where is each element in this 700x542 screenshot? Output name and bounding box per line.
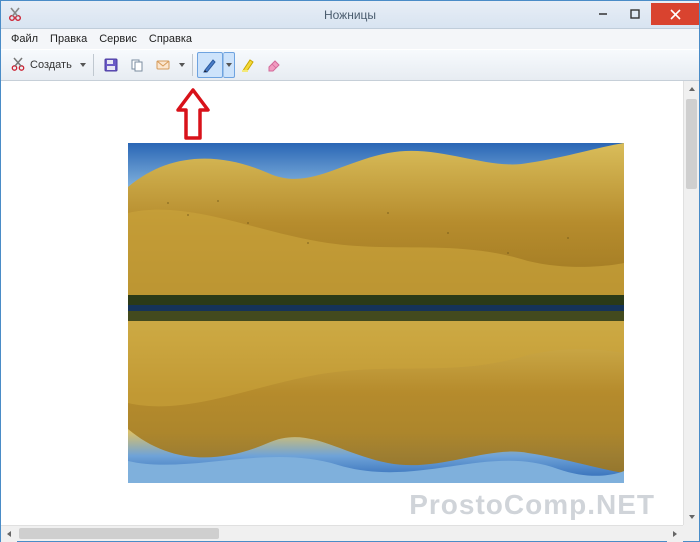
vertical-scrollbar-thumb[interactable] — [686, 99, 697, 189]
new-snip-button[interactable]: Создать — [5, 52, 77, 78]
send-dropdown[interactable] — [176, 52, 188, 78]
new-snip-dropdown[interactable] — [77, 52, 89, 78]
app-icon — [7, 7, 23, 23]
toolbar-separator — [192, 54, 193, 76]
copy-icon — [129, 57, 145, 73]
snip-image — [128, 143, 624, 483]
highlighter-button[interactable] — [235, 52, 261, 78]
menu-file[interactable]: Файл — [5, 31, 44, 47]
titlebar: Ножницы — [1, 1, 699, 29]
pen-icon — [202, 57, 218, 73]
close-button[interactable] — [651, 3, 699, 25]
horizontal-scrollbar-thumb[interactable] — [19, 528, 219, 539]
eraser-button[interactable] — [261, 52, 287, 78]
menubar: Файл Правка Сервис Справка — [1, 29, 699, 49]
eraser-icon — [266, 57, 282, 73]
pen-button[interactable] — [197, 52, 223, 78]
highlighter-icon — [240, 57, 256, 73]
save-button[interactable] — [98, 52, 124, 78]
new-snip-label: Создать — [30, 59, 72, 71]
scissors-icon — [10, 57, 26, 73]
pen-dropdown[interactable] — [223, 52, 235, 78]
watermark: ProstoComp.NET — [409, 489, 655, 521]
toolbar: Создать — [1, 49, 699, 81]
send-button[interactable] — [150, 52, 176, 78]
canvas-viewport[interactable]: ProstoComp.NET — [1, 81, 683, 525]
envelope-icon — [155, 57, 171, 73]
content-area: ProstoComp.NET — [1, 81, 699, 525]
menu-help[interactable]: Справка — [143, 31, 198, 47]
vertical-scrollbar[interactable] — [683, 81, 699, 525]
scroll-up-button[interactable] — [684, 81, 699, 97]
floppy-disk-icon — [103, 57, 119, 73]
scroll-down-button[interactable] — [684, 509, 699, 525]
minimize-button[interactable] — [587, 3, 619, 25]
annotation-arrow-icon — [176, 88, 210, 142]
scroll-right-button[interactable] — [667, 526, 683, 542]
horizontal-scrollbar[interactable] — [1, 525, 683, 541]
toolbar-separator — [93, 54, 94, 76]
scroll-left-button[interactable] — [1, 526, 17, 542]
menu-edit[interactable]: Правка — [44, 31, 93, 47]
menu-tools[interactable]: Сервис — [93, 31, 143, 47]
scrollbar-corner — [683, 525, 699, 541]
copy-button[interactable] — [124, 52, 150, 78]
maximize-button[interactable] — [619, 3, 651, 25]
window-controls — [587, 4, 699, 25]
